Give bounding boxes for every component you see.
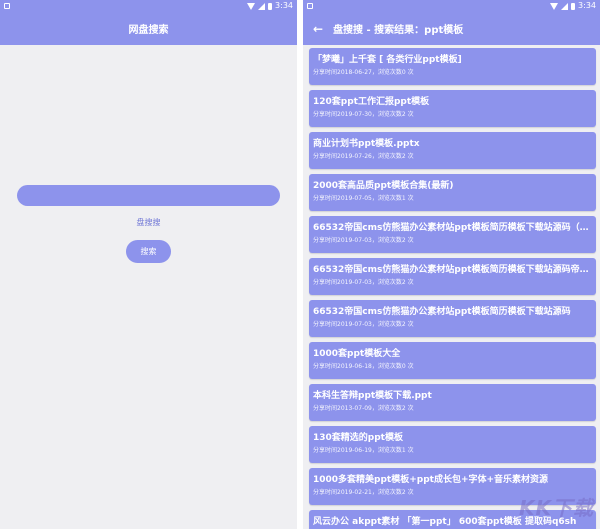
result-title: 2000套高品质ppt模板合集(最新) (313, 181, 454, 191)
status-time: 3:34 (275, 1, 293, 10)
result-item[interactable]: 「梦曦」上千套 [ 各类行业ppt模板] 分享时间2018-06-27，浏览次数… (309, 48, 596, 85)
signal-icon (258, 2, 266, 10)
wifi-icon (550, 2, 559, 10)
result-meta: 分享时间2019-07-03，浏览次数2 次 (313, 237, 414, 244)
result-title: 1000套ppt模板大全 (313, 349, 401, 359)
search-content: 盘搜搜 搜索 (0, 45, 297, 529)
result-title: 130套精选的ppt模板 (313, 433, 403, 443)
page-title: 网盘搜索 (128, 25, 169, 36)
result-meta: 分享时间2013-07-09，浏览次数2 次 (313, 405, 414, 412)
search-input[interactable] (17, 185, 280, 206)
result-item[interactable]: 1000套ppt模板大全 分享时间2019-06-18，浏览次数0 次 (309, 342, 596, 379)
battery-icon (268, 2, 273, 10)
result-item[interactable]: 商业计划书ppt模板.pptx 分享时间2019-07-26，浏览次数2 次 (309, 132, 596, 169)
result-meta: 分享时间2019-07-30，浏览次数2 次 (313, 111, 414, 118)
result-item[interactable]: 66532帝国cms仿熊猫办公素材站ppt模板简历模板下载站源码（帝… 分享时间… (309, 216, 596, 253)
result-meta: 分享时间2019-07-05，浏览次数1 次 (313, 195, 414, 202)
app-bar: ← 盘搜搜 - 搜索结果：ppt模板 (303, 12, 600, 45)
result-title: 本科生答辩ppt模板下载.ppt (313, 391, 432, 401)
result-meta: 分享时间2019-07-03，浏览次数2 次 (313, 321, 414, 328)
result-title: 「梦曦」上千套 [ 各类行业ppt模板] (313, 55, 462, 65)
status-bar: 3:34 (303, 0, 600, 12)
result-title: 66532帝国cms仿熊猫办公素材站ppt模板简历模板下载站源码帝国c… (313, 265, 590, 275)
search-button[interactable]: 搜索 (126, 240, 171, 263)
result-item[interactable]: 120套ppt工作汇报ppt模板 分享时间2019-07-30，浏览次数2 次 (309, 90, 596, 127)
screenshot-stage: 3:34 网盘搜索 盘搜搜 搜索 3:34 ← 盘搜搜 - 搜索结果：ppt模板 (0, 0, 600, 529)
search-screen: 3:34 网盘搜索 盘搜搜 搜索 (0, 0, 297, 529)
watermark-logo: KK下载 (519, 496, 594, 520)
result-meta: 分享时间2018-06-27，浏览次数0 次 (313, 69, 414, 76)
app-bar: 网盘搜索 (0, 12, 297, 45)
signal-icon (561, 2, 569, 10)
result-meta: 分享时间2019-06-18，浏览次数0 次 (313, 363, 414, 370)
status-bar: 3:34 (0, 0, 297, 12)
result-title: 商业计划书ppt模板.pptx (313, 139, 420, 149)
page-title: 盘搜搜 - 搜索结果：ppt模板 (333, 25, 464, 36)
result-meta: 分享时间2019-07-03，浏览次数2 次 (313, 279, 414, 286)
battery-icon (571, 2, 576, 10)
notification-icon (4, 3, 10, 9)
result-item[interactable]: 66532帝国cms仿熊猫办公素材站ppt模板简历模板下载站源码 分享时间201… (309, 300, 596, 337)
results-list: 「梦曦」上千套 [ 各类行业ppt模板] 分享时间2018-06-27，浏览次数… (303, 45, 600, 529)
result-title: 66532帝国cms仿熊猫办公素材站ppt模板简历模板下载站源码（帝… (313, 223, 590, 233)
status-indicators: 3:34 (247, 1, 293, 11)
back-arrow-icon[interactable]: ← (313, 22, 323, 36)
result-title: 66532帝国cms仿熊猫办公素材站ppt模板简历模板下载站源码 (313, 307, 571, 317)
notification-icon (307, 3, 313, 9)
result-item[interactable]: 本科生答辩ppt模板下载.ppt 分享时间2013-07-09，浏览次数2 次 (309, 384, 596, 421)
status-time: 3:34 (578, 1, 596, 10)
wifi-icon (247, 2, 256, 10)
result-title: 120套ppt工作汇报ppt模板 (313, 97, 430, 107)
status-indicators: 3:34 (550, 1, 596, 11)
result-item[interactable]: 2000套高品质ppt模板合集(最新) 分享时间2019-07-05，浏览次数1… (309, 174, 596, 211)
result-title: 1000多套精美ppt模板+ppt成长包+字体+音乐素材资源 (313, 475, 549, 485)
result-item[interactable]: 66532帝国cms仿熊猫办公素材站ppt模板简历模板下载站源码帝国c… 分享时… (309, 258, 596, 295)
result-meta: 分享时间2019-07-26，浏览次数2 次 (313, 153, 414, 160)
search-hint: 盘搜搜 (136, 218, 161, 227)
result-meta: 分享时间2019-06-19，浏览次数1 次 (313, 447, 414, 454)
result-item[interactable]: 130套精选的ppt模板 分享时间2019-06-19，浏览次数1 次 (309, 426, 596, 463)
results-screen: 3:34 ← 盘搜搜 - 搜索结果：ppt模板 「梦曦」上千套 [ 各类行业pp… (303, 0, 600, 529)
